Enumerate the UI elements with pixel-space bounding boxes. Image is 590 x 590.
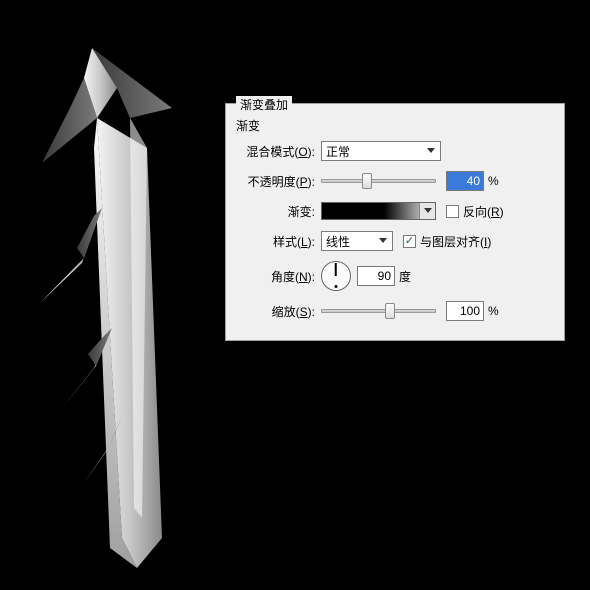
gradient-overlay-panel: 渐变叠加 渐变 混合模式(O): 正常 不透明度(P): % 渐变: <box>225 103 565 341</box>
gradient-label: 渐变: <box>236 203 321 220</box>
scale-input[interactable] <box>446 301 484 321</box>
reverse-label: 反向(R) <box>463 203 504 220</box>
opacity-unit: % <box>488 174 499 188</box>
scale-slider[interactable] <box>321 309 436 313</box>
opacity-input[interactable] <box>446 171 484 191</box>
scale-label: 缩放(S): <box>236 303 321 320</box>
fieldset-title: 渐变叠加 <box>236 96 292 113</box>
angle-needle <box>335 263 337 276</box>
scale-slider-thumb[interactable] <box>385 303 395 319</box>
opacity-slider[interactable] <box>321 179 436 183</box>
fieldset-subtitle: 渐变 <box>236 117 554 140</box>
angle-indicator-dot <box>335 285 338 288</box>
chevron-down-icon <box>424 143 438 159</box>
angle-dial[interactable] <box>321 261 351 291</box>
style-label: 样式(L): <box>236 233 321 250</box>
opacity-label: 不透明度(P): <box>236 173 321 190</box>
gradient-dropdown-button[interactable] <box>419 203 435 219</box>
blend-mode-select[interactable]: 正常 <box>321 141 441 161</box>
gradient-swatch[interactable] <box>321 202 436 220</box>
style-select[interactable]: 线性 <box>321 231 393 251</box>
angle-label: 角度(N): <box>236 268 321 285</box>
metallic-spike-artwork <box>22 48 207 578</box>
opacity-slider-thumb[interactable] <box>362 173 372 189</box>
angle-unit: 度 <box>399 268 411 285</box>
scale-unit: % <box>488 304 499 318</box>
chevron-down-icon <box>376 233 390 249</box>
reverse-checkbox[interactable] <box>446 205 459 218</box>
align-layer-checkbox[interactable] <box>403 235 416 248</box>
align-layer-label: 与图层对齐(I) <box>420 233 491 250</box>
angle-input[interactable] <box>357 266 395 286</box>
blend-mode-label: 混合模式(O): <box>236 143 321 160</box>
